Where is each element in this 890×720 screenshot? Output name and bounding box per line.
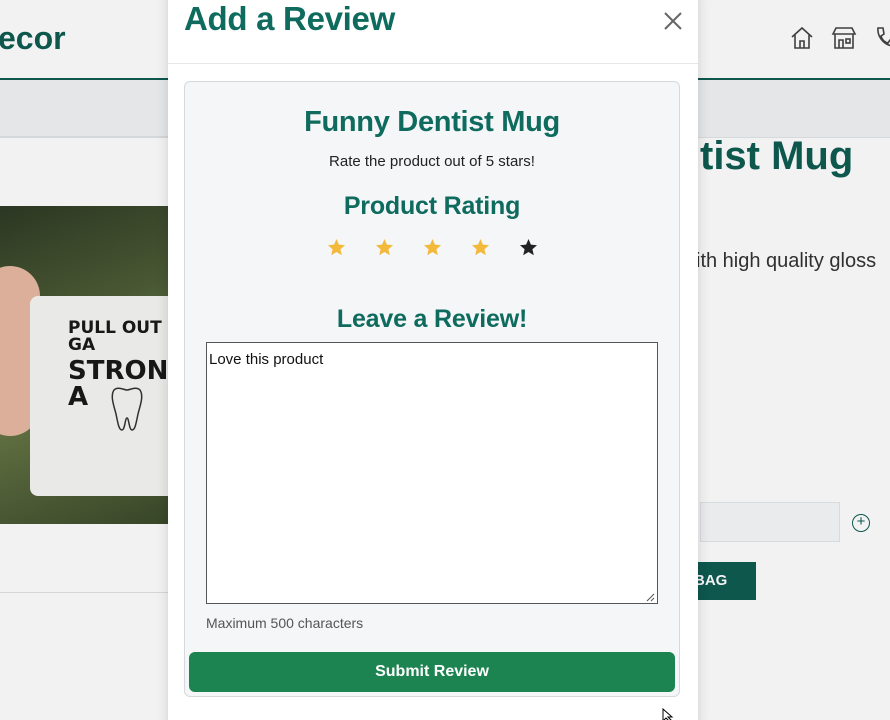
modal-title: Add a Review (184, 0, 395, 37)
review-card: Funny Dentist Mug Rate the product out o… (184, 81, 680, 697)
star-icon-1[interactable] (327, 238, 346, 257)
star-icon-5[interactable] (519, 238, 538, 257)
star-rating (327, 238, 538, 257)
mouse-cursor-icon (662, 708, 674, 720)
star-icon-4[interactable] (471, 238, 490, 257)
character-limit-hint: Maximum 500 characters (206, 615, 364, 631)
submit-review-button[interactable]: Submit Review (189, 652, 675, 692)
product-name: Funny Dentist Mug (304, 106, 560, 138)
resize-handle-icon[interactable] (645, 592, 655, 602)
review-heading: Leave a Review! (336, 305, 528, 333)
rate-prompt: Rate the product out of 5 stars! (329, 153, 535, 170)
close-button[interactable] (662, 10, 684, 32)
modal-header: Add a Review (168, 0, 698, 64)
star-icon-2[interactable] (375, 238, 394, 257)
star-icon-3[interactable] (423, 238, 442, 257)
rating-heading: Product Rating (343, 192, 521, 220)
review-modal: Add a Review Funny Dentist Mug Rate the … (168, 0, 698, 720)
close-icon (664, 12, 682, 30)
review-textarea[interactable]: Love this product (206, 342, 658, 604)
